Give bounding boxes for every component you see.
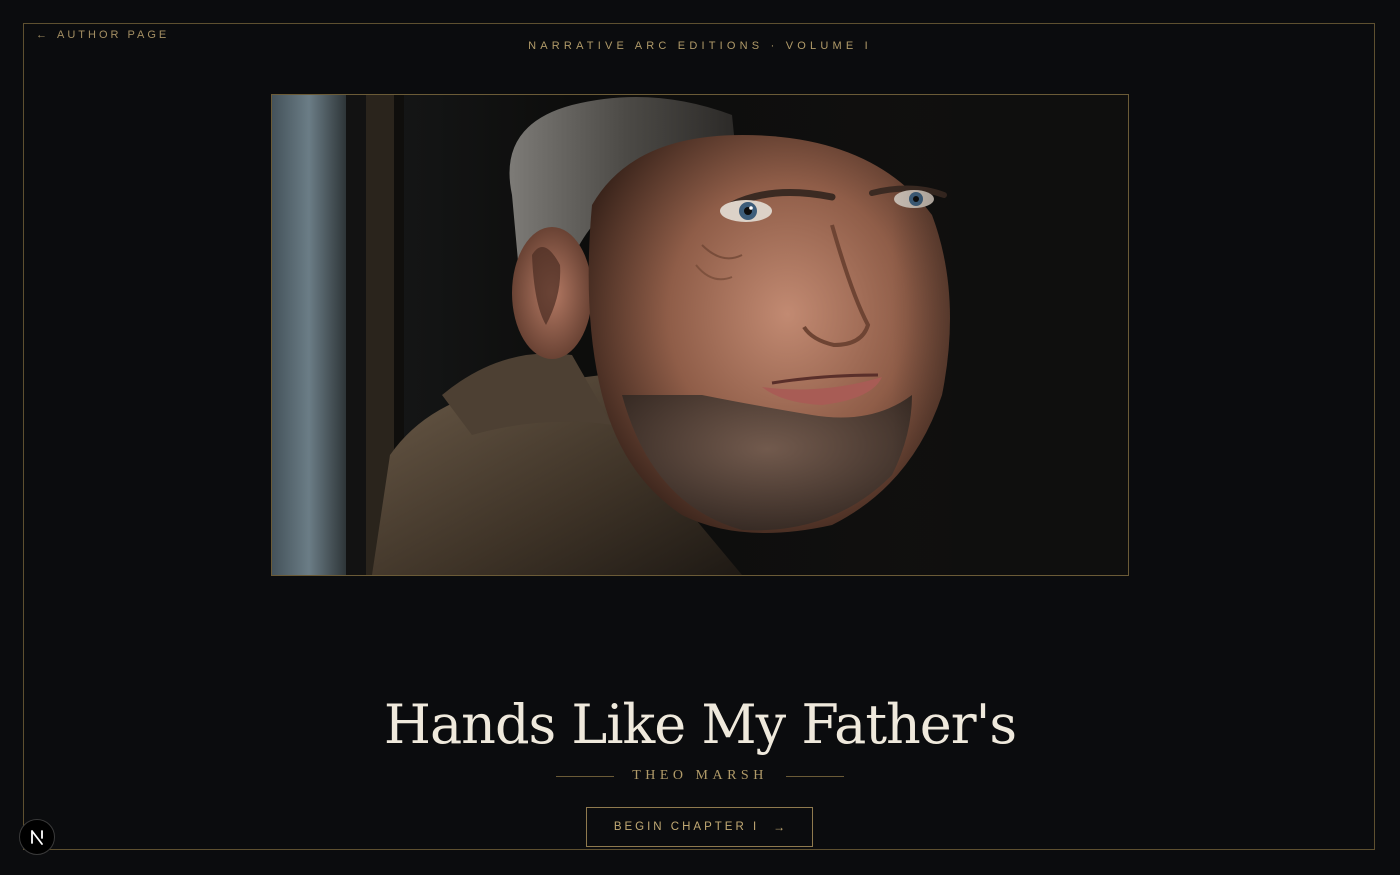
edition-label: NARRATIVE ARC EDITIONS · VOLUME I (528, 40, 872, 52)
begin-chapter-label: BEGIN CHAPTER I (613, 821, 760, 833)
portrait-illustration (272, 95, 1128, 575)
author-name: THEO MARSH (632, 768, 768, 783)
nextjs-logo-glyph (31, 830, 43, 845)
author-byline: THEO MARSH (556, 766, 844, 786)
book-title: Hands Like My Father's (383, 693, 1017, 756)
nextjs-logo-icon[interactable] (19, 819, 55, 855)
begin-chapter-button[interactable]: BEGIN CHAPTER I → (586, 807, 813, 847)
hero-portrait-image (271, 94, 1129, 576)
divider-left (556, 775, 614, 777)
arrow-right-icon: → (773, 820, 786, 834)
divider-right (786, 775, 844, 777)
